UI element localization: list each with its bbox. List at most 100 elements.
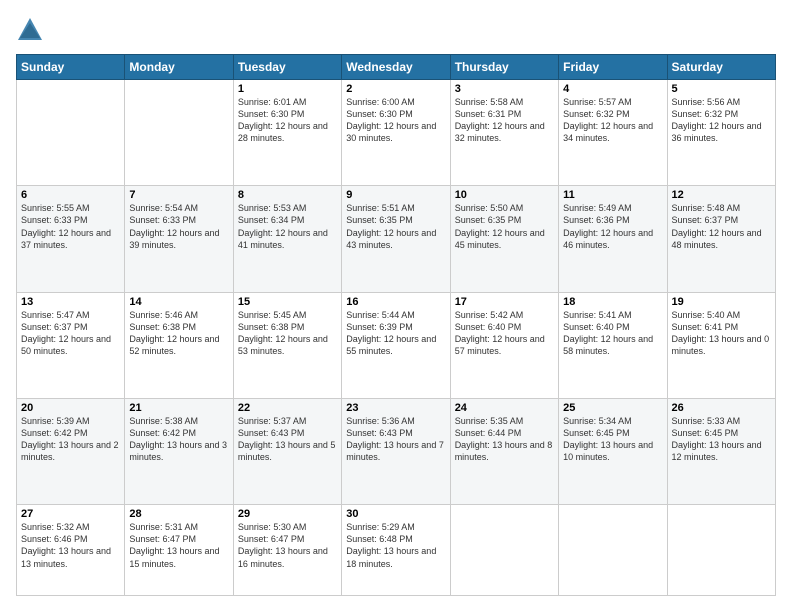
calendar-cell: 8Sunrise: 5:53 AMSunset: 6:34 PMDaylight… (233, 186, 341, 292)
day-info: Sunrise: 5:29 AMSunset: 6:48 PMDaylight:… (346, 521, 445, 570)
day-number: 6 (21, 189, 120, 201)
day-info: Sunrise: 6:00 AMSunset: 6:30 PMDaylight:… (346, 96, 445, 145)
calendar-cell: 27Sunrise: 5:32 AMSunset: 6:46 PMDayligh… (17, 505, 125, 596)
col-sunday: Sunday (17, 55, 125, 80)
day-number: 2 (346, 83, 445, 95)
day-info: Sunrise: 5:58 AMSunset: 6:31 PMDaylight:… (455, 96, 554, 145)
day-info: Sunrise: 5:41 AMSunset: 6:40 PMDaylight:… (563, 309, 662, 358)
calendar-cell (125, 80, 233, 186)
day-info: Sunrise: 5:44 AMSunset: 6:39 PMDaylight:… (346, 309, 445, 358)
day-info: Sunrise: 5:46 AMSunset: 6:38 PMDaylight:… (129, 309, 228, 358)
day-info: Sunrise: 5:45 AMSunset: 6:38 PMDaylight:… (238, 309, 337, 358)
day-number: 21 (129, 402, 228, 414)
calendar-cell: 17Sunrise: 5:42 AMSunset: 6:40 PMDayligh… (450, 292, 558, 398)
day-info: Sunrise: 5:36 AMSunset: 6:43 PMDaylight:… (346, 415, 445, 464)
day-number: 8 (238, 189, 337, 201)
calendar-cell: 18Sunrise: 5:41 AMSunset: 6:40 PMDayligh… (559, 292, 667, 398)
day-info: Sunrise: 5:37 AMSunset: 6:43 PMDaylight:… (238, 415, 337, 464)
day-info: Sunrise: 5:50 AMSunset: 6:35 PMDaylight:… (455, 202, 554, 251)
calendar-cell (667, 505, 775, 596)
day-info: Sunrise: 5:56 AMSunset: 6:32 PMDaylight:… (672, 96, 771, 145)
day-number: 15 (238, 296, 337, 308)
day-info: Sunrise: 5:48 AMSunset: 6:37 PMDaylight:… (672, 202, 771, 251)
day-info: Sunrise: 5:55 AMSunset: 6:33 PMDaylight:… (21, 202, 120, 251)
calendar-cell: 29Sunrise: 5:30 AMSunset: 6:47 PMDayligh… (233, 505, 341, 596)
day-number: 11 (563, 189, 662, 201)
day-info: Sunrise: 5:40 AMSunset: 6:41 PMDaylight:… (672, 309, 771, 358)
calendar-week-3: 13Sunrise: 5:47 AMSunset: 6:37 PMDayligh… (17, 292, 776, 398)
day-number: 14 (129, 296, 228, 308)
day-info: Sunrise: 5:31 AMSunset: 6:47 PMDaylight:… (129, 521, 228, 570)
calendar-cell: 5Sunrise: 5:56 AMSunset: 6:32 PMDaylight… (667, 80, 775, 186)
calendar-cell (559, 505, 667, 596)
calendar-cell (17, 80, 125, 186)
day-number: 17 (455, 296, 554, 308)
calendar-cell: 20Sunrise: 5:39 AMSunset: 6:42 PMDayligh… (17, 398, 125, 504)
calendar-cell: 2Sunrise: 6:00 AMSunset: 6:30 PMDaylight… (342, 80, 450, 186)
header-row: Sunday Monday Tuesday Wednesday Thursday… (17, 55, 776, 80)
day-info: Sunrise: 5:42 AMSunset: 6:40 PMDaylight:… (455, 309, 554, 358)
day-number: 22 (238, 402, 337, 414)
calendar-cell: 7Sunrise: 5:54 AMSunset: 6:33 PMDaylight… (125, 186, 233, 292)
day-number: 30 (346, 508, 445, 520)
calendar-cell: 30Sunrise: 5:29 AMSunset: 6:48 PMDayligh… (342, 505, 450, 596)
calendar-cell: 22Sunrise: 5:37 AMSunset: 6:43 PMDayligh… (233, 398, 341, 504)
day-info: Sunrise: 5:57 AMSunset: 6:32 PMDaylight:… (563, 96, 662, 145)
calendar-cell: 3Sunrise: 5:58 AMSunset: 6:31 PMDaylight… (450, 80, 558, 186)
calendar-cell: 1Sunrise: 6:01 AMSunset: 6:30 PMDaylight… (233, 80, 341, 186)
day-info: Sunrise: 5:32 AMSunset: 6:46 PMDaylight:… (21, 521, 120, 570)
day-number: 23 (346, 402, 445, 414)
calendar-cell: 6Sunrise: 5:55 AMSunset: 6:33 PMDaylight… (17, 186, 125, 292)
day-info: Sunrise: 5:39 AMSunset: 6:42 PMDaylight:… (21, 415, 120, 464)
col-monday: Monday (125, 55, 233, 80)
calendar-week-1: 1Sunrise: 6:01 AMSunset: 6:30 PMDaylight… (17, 80, 776, 186)
day-number: 20 (21, 402, 120, 414)
logo (16, 16, 48, 44)
calendar-week-4: 20Sunrise: 5:39 AMSunset: 6:42 PMDayligh… (17, 398, 776, 504)
day-info: Sunrise: 6:01 AMSunset: 6:30 PMDaylight:… (238, 96, 337, 145)
calendar-cell: 26Sunrise: 5:33 AMSunset: 6:45 PMDayligh… (667, 398, 775, 504)
day-info: Sunrise: 5:35 AMSunset: 6:44 PMDaylight:… (455, 415, 554, 464)
calendar-cell: 13Sunrise: 5:47 AMSunset: 6:37 PMDayligh… (17, 292, 125, 398)
calendar-cell: 9Sunrise: 5:51 AMSunset: 6:35 PMDaylight… (342, 186, 450, 292)
calendar-cell: 24Sunrise: 5:35 AMSunset: 6:44 PMDayligh… (450, 398, 558, 504)
day-info: Sunrise: 5:38 AMSunset: 6:42 PMDaylight:… (129, 415, 228, 464)
day-number: 24 (455, 402, 554, 414)
calendar-cell: 16Sunrise: 5:44 AMSunset: 6:39 PMDayligh… (342, 292, 450, 398)
calendar-cell: 25Sunrise: 5:34 AMSunset: 6:45 PMDayligh… (559, 398, 667, 504)
day-info: Sunrise: 5:54 AMSunset: 6:33 PMDaylight:… (129, 202, 228, 251)
calendar-cell: 23Sunrise: 5:36 AMSunset: 6:43 PMDayligh… (342, 398, 450, 504)
logo-icon (16, 16, 44, 44)
day-info: Sunrise: 5:51 AMSunset: 6:35 PMDaylight:… (346, 202, 445, 251)
calendar-table: Sunday Monday Tuesday Wednesday Thursday… (16, 54, 776, 596)
calendar-cell: 28Sunrise: 5:31 AMSunset: 6:47 PMDayligh… (125, 505, 233, 596)
calendar-cell: 15Sunrise: 5:45 AMSunset: 6:38 PMDayligh… (233, 292, 341, 398)
calendar-cell: 19Sunrise: 5:40 AMSunset: 6:41 PMDayligh… (667, 292, 775, 398)
calendar-cell: 14Sunrise: 5:46 AMSunset: 6:38 PMDayligh… (125, 292, 233, 398)
day-number: 18 (563, 296, 662, 308)
calendar-week-5: 27Sunrise: 5:32 AMSunset: 6:46 PMDayligh… (17, 505, 776, 596)
calendar-cell (450, 505, 558, 596)
day-number: 10 (455, 189, 554, 201)
day-number: 13 (21, 296, 120, 308)
day-number: 25 (563, 402, 662, 414)
calendar-cell: 11Sunrise: 5:49 AMSunset: 6:36 PMDayligh… (559, 186, 667, 292)
day-number: 3 (455, 83, 554, 95)
calendar-week-2: 6Sunrise: 5:55 AMSunset: 6:33 PMDaylight… (17, 186, 776, 292)
col-friday: Friday (559, 55, 667, 80)
day-number: 27 (21, 508, 120, 520)
day-number: 26 (672, 402, 771, 414)
day-info: Sunrise: 5:34 AMSunset: 6:45 PMDaylight:… (563, 415, 662, 464)
day-info: Sunrise: 5:33 AMSunset: 6:45 PMDaylight:… (672, 415, 771, 464)
day-info: Sunrise: 5:47 AMSunset: 6:37 PMDaylight:… (21, 309, 120, 358)
day-number: 4 (563, 83, 662, 95)
col-tuesday: Tuesday (233, 55, 341, 80)
day-number: 5 (672, 83, 771, 95)
day-number: 19 (672, 296, 771, 308)
day-number: 29 (238, 508, 337, 520)
col-wednesday: Wednesday (342, 55, 450, 80)
day-number: 12 (672, 189, 771, 201)
calendar-cell: 21Sunrise: 5:38 AMSunset: 6:42 PMDayligh… (125, 398, 233, 504)
day-info: Sunrise: 5:30 AMSunset: 6:47 PMDaylight:… (238, 521, 337, 570)
header (16, 16, 776, 44)
